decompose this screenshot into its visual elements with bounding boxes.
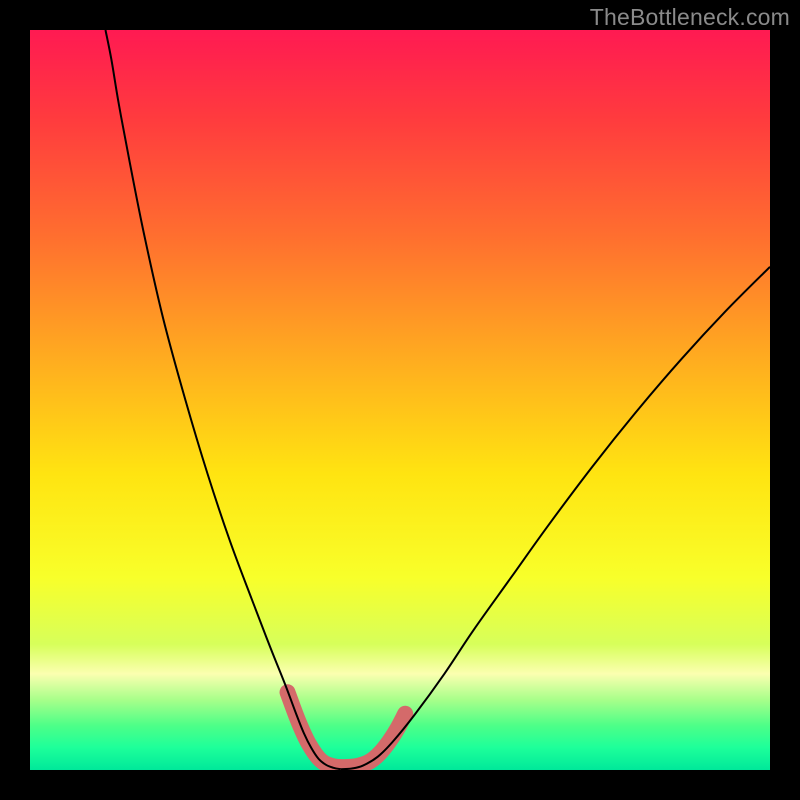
- gradient-background: [30, 30, 770, 770]
- bottleneck-chart: TheBottleneck.com: [0, 0, 800, 800]
- chart-svg: [0, 0, 800, 800]
- watermark-text: TheBottleneck.com: [590, 4, 790, 31]
